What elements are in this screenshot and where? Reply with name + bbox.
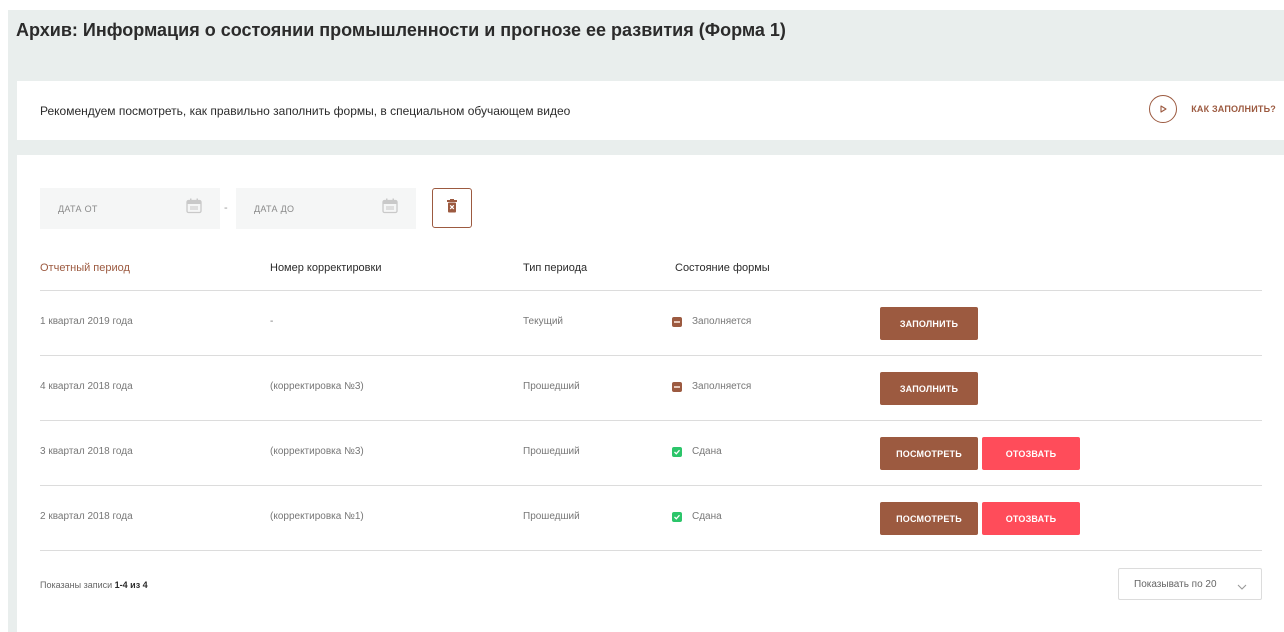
play-icon[interactable] xyxy=(1149,95,1178,123)
page-title: Архив: Информация о состоянии промышленн… xyxy=(16,20,786,40)
records-count-range: 1-4 из 4 xyxy=(114,580,148,590)
view-button[interactable]: ПОСМОТРЕТЬ xyxy=(880,437,978,470)
cell-period: 3 квартал 2018 года xyxy=(40,446,133,457)
table-row: 3 квартал 2018 года (корректировка №3) П… xyxy=(17,421,1284,485)
how-to-fill-label[interactable]: КАК ЗАПОЛНИТЬ? xyxy=(1191,104,1276,114)
calendar-icon[interactable] xyxy=(186,198,202,219)
fill-button[interactable]: ЗАПОЛНИТЬ xyxy=(880,372,978,405)
how-to-fill-button[interactable]: КАК ЗАПОЛНИТЬ? xyxy=(1149,93,1276,125)
cell-correction: (корректировка №1) xyxy=(270,511,364,522)
cell-correction: - xyxy=(270,316,274,327)
cell-period: 1 квартал 2019 года xyxy=(40,316,133,327)
cell-period-type: Прошедший xyxy=(523,381,580,392)
table-row: 4 квартал 2018 года (корректировка №3) П… xyxy=(17,356,1284,420)
column-header-form-status[interactable]: Состояние формы xyxy=(675,262,770,274)
chevron-down-icon[interactable] xyxy=(1237,579,1247,597)
status-label: Заполняется xyxy=(692,381,752,392)
date-from-field[interactable]: ДАТА ОТ xyxy=(40,188,220,229)
column-header-period-type[interactable]: Тип периода xyxy=(523,262,587,274)
trash-icon[interactable] xyxy=(446,198,458,218)
cell-period: 4 квартал 2018 года xyxy=(40,381,133,392)
cell-status: Заполняется xyxy=(672,381,751,392)
video-hint-card: Рекомендуем посмотреть, как правильно за… xyxy=(17,81,1284,140)
cell-period: 2 квартал 2018 года xyxy=(40,511,133,522)
records-count: Показаны записи 1-4 из 4 xyxy=(40,580,148,590)
status-label: Сдана xyxy=(692,511,722,522)
cell-correction: (корректировка №3) xyxy=(270,381,364,392)
page-size-value: Показывать по 20 xyxy=(1134,578,1217,590)
status-filling-icon xyxy=(672,316,682,327)
column-header-period[interactable]: Отчетный период xyxy=(40,262,130,274)
cell-status: Заполняется xyxy=(672,316,751,327)
date-to-placeholder: ДАТА ДО xyxy=(254,204,295,214)
status-filling-icon xyxy=(672,381,682,392)
withdraw-button[interactable]: ОТОЗВАТЬ xyxy=(982,502,1080,535)
video-hint-text: Рекомендуем посмотреть, как правильно за… xyxy=(40,104,571,118)
table-row: 1 квартал 2019 года - Текущий Заполняетс… xyxy=(17,291,1284,355)
table-header: Отчетный период Номер корректировки Тип … xyxy=(17,262,1284,276)
date-to-field[interactable]: ДАТА ДО xyxy=(236,188,416,229)
records-count-prefix: Показаны записи xyxy=(40,580,113,590)
withdraw-button[interactable]: ОТОЗВАТЬ xyxy=(982,437,1080,470)
column-header-correction[interactable]: Номер корректировки xyxy=(270,262,381,274)
view-button[interactable]: ПОСМОТРЕТЬ xyxy=(880,502,978,535)
calendar-icon[interactable] xyxy=(382,198,398,219)
archive-table-card: ДАТА ОТ - ДАТА ДО Отчетный период Номер … xyxy=(17,155,1284,632)
table-row: 2 квартал 2018 года (корректировка №1) П… xyxy=(17,486,1284,550)
cell-period-type: Текущий xyxy=(523,316,563,327)
cell-status: Сдана xyxy=(672,511,722,522)
status-check-icon xyxy=(672,511,682,522)
row-divider xyxy=(40,550,1262,551)
status-label: Сдана xyxy=(692,446,722,457)
status-check-icon xyxy=(672,446,682,457)
clear-dates-button[interactable] xyxy=(432,188,472,228)
date-from-placeholder: ДАТА ОТ xyxy=(58,204,98,214)
page-size-select[interactable]: Показывать по 20 xyxy=(1118,568,1262,600)
cell-period-type: Прошедший xyxy=(523,511,580,522)
cell-period-type: Прошедший xyxy=(523,446,580,457)
status-label: Заполняется xyxy=(692,316,752,327)
fill-button[interactable]: ЗАПОЛНИТЬ xyxy=(880,307,978,340)
cell-status: Сдана xyxy=(672,446,722,457)
date-range-separator: - xyxy=(224,202,228,214)
cell-correction: (корректировка №3) xyxy=(270,446,364,457)
